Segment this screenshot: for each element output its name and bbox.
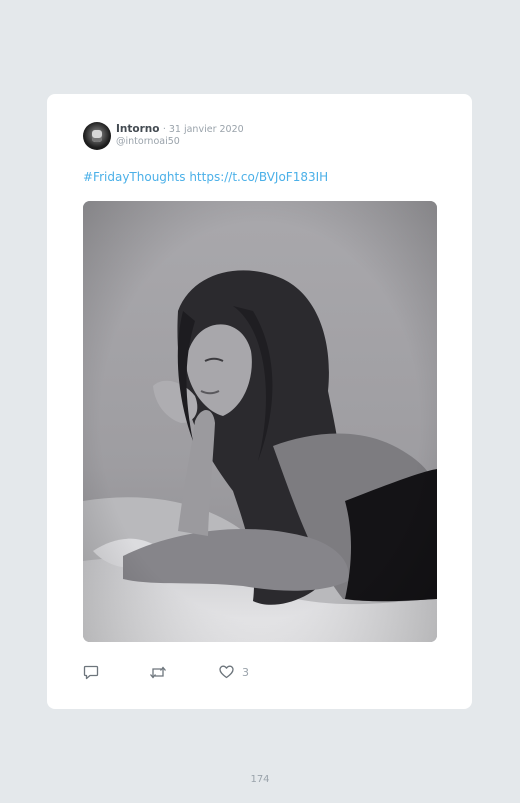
tweet-actions: 3 (83, 665, 283, 681)
heart-icon (219, 665, 234, 679)
author-line: Intorno · 31 janvier 2020 (116, 123, 244, 136)
reply-button[interactable] (83, 665, 99, 680)
retweet-icon (150, 666, 166, 679)
retweet-button[interactable] (149, 665, 167, 680)
author-handle[interactable]: @intornoai50 (116, 136, 180, 148)
url-link[interactable]: https://t.co/BVJoF183IH (189, 170, 328, 184)
hashtag-link[interactable]: #FridayThoughts (83, 170, 186, 184)
tweet-card: Intorno · 31 janvier 2020 @intornoai50 #… (47, 94, 472, 709)
avatar[interactable] (83, 122, 111, 150)
avatar-image (92, 130, 102, 142)
photo-woman-on-bed (83, 201, 437, 642)
like-count: 3 (242, 665, 249, 679)
tweet-text: #FridayThoughts https://t.co/BVJoF183IH (83, 169, 328, 185)
tweet-date: · 31 janvier 2020 (162, 124, 244, 135)
page-number: 174 (250, 774, 270, 785)
like-button[interactable]: 3 (219, 665, 249, 679)
author-name[interactable]: Intorno (116, 123, 159, 135)
reply-icon (83, 665, 99, 680)
tweet-photo[interactable] (83, 201, 437, 642)
